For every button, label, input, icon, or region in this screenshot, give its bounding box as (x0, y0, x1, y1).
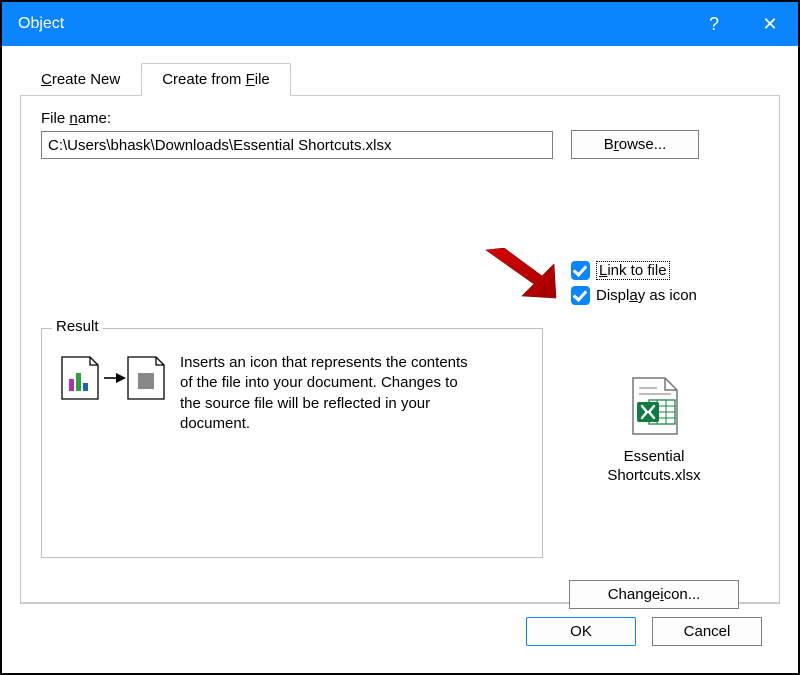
tab-create-new-underlined: C (41, 71, 52, 88)
result-legend: Result (52, 318, 103, 335)
cancel-button[interactable]: Cancel (652, 617, 762, 646)
change-icon-prefix: Change (608, 586, 661, 603)
display-as-icon-underlined: a (629, 287, 637, 304)
close-icon: ✕ (762, 14, 777, 35)
tab-create-new-label: reate New (52, 71, 120, 88)
browse-button[interactable]: Browse... (571, 130, 699, 159)
file-col: File name: (41, 110, 553, 159)
file-label-underlined: n (69, 110, 77, 127)
tab-create-from-file-prefix: Create from (162, 71, 245, 88)
ok-label: OK (570, 623, 592, 640)
tab-create-new[interactable]: Create New (20, 63, 141, 96)
link-to-file-suffix: ink to file (607, 262, 666, 279)
display-as-icon-suffix: y as icon (638, 287, 697, 304)
result-text: Inserts an icon that represents the cont… (180, 353, 480, 434)
tab-create-from-file-underlined: F (246, 71, 255, 88)
content-area: Create New Create from File File name: B… (2, 46, 798, 673)
file-label-prefix: File (41, 110, 69, 127)
tab-strip: Create New Create from File (20, 62, 780, 96)
link-to-file-row[interactable]: Link to file (571, 261, 697, 280)
arrow-icon (480, 248, 560, 304)
file-name-label: File name: (41, 110, 553, 127)
display-as-icon-row[interactable]: Display as icon (571, 286, 697, 305)
icon-preview-label-2: Shortcuts.xlsx (607, 467, 700, 484)
checkbox-area: Link to file Display as icon (571, 260, 697, 306)
cancel-label: Cancel (684, 623, 731, 640)
close-button[interactable]: ✕ (742, 2, 798, 46)
result-graphic-icon (56, 353, 166, 403)
change-icon-button[interactable]: Change icon... (569, 580, 739, 609)
link-to-file-checkbox[interactable] (571, 261, 590, 280)
change-icon-suffix: con... (664, 586, 701, 603)
dialog-footer: OK Cancel (20, 603, 780, 659)
file-label-suffix: ame: (78, 110, 111, 127)
titlebar-title: Object (18, 15, 64, 33)
tab-create-from-file-suffix: ile (255, 71, 270, 88)
result-group: Result (41, 328, 543, 558)
titlebar: Object ? ✕ (2, 2, 798, 46)
tab-create-from-file[interactable]: Create from File (141, 63, 291, 96)
excel-file-icon (627, 376, 681, 436)
icon-preview-label-1: Essential (624, 448, 685, 465)
file-name-input[interactable] (41, 131, 553, 159)
tab-panel: File name: Browse... (20, 96, 780, 603)
browse-suffix: owse... (619, 136, 667, 153)
result-body: Inserts an icon that represents the cont… (42, 329, 542, 434)
file-row: File name: Browse... (41, 110, 763, 159)
display-as-icon-prefix: Displ (596, 287, 629, 304)
display-as-icon-checkbox[interactable] (571, 286, 590, 305)
icon-preview-label: Essential Shortcuts.xlsx (589, 448, 719, 486)
change-icon-wrap: Change icon... (569, 580, 739, 609)
help-icon: ? (709, 14, 719, 35)
ok-button[interactable]: OK (526, 617, 636, 646)
object-dialog: Object ? ✕ Create New Create from File F… (0, 0, 800, 675)
help-button[interactable]: ? (686, 2, 742, 46)
display-as-icon-label: Display as icon (596, 287, 697, 304)
browse-prefix: B (604, 136, 614, 153)
icon-preview: Essential Shortcuts.xlsx (589, 376, 719, 486)
link-to-file-label: Link to file (596, 261, 670, 280)
